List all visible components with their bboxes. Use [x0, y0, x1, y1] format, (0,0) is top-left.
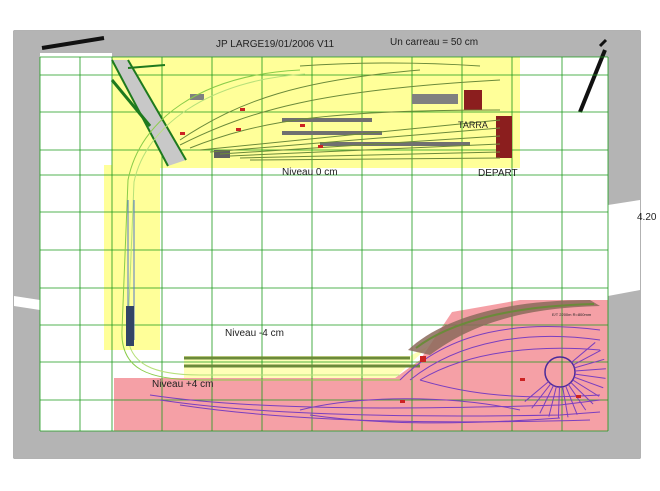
dimension-label: 4.20	[637, 212, 657, 223]
scale-note: Un carreau = 50 cm	[390, 37, 478, 48]
level-0-label: Niveau 0 cm	[282, 167, 338, 178]
level-minus4-label: Niveau -4 cm	[225, 328, 284, 339]
depart-label: DEPART	[478, 168, 518, 179]
track-plan: JP LARGE19/01/2006 V11 Un carreau = 50 c…	[13, 30, 657, 459]
building-mark: TARRA	[458, 120, 488, 130]
small-note: E/T 2200m R=800mm	[552, 312, 592, 317]
level-plus4-label: Niveau +4 cm	[152, 379, 213, 390]
plan-title: JP LARGE19/01/2006 V11	[216, 39, 334, 50]
wall-notch-right	[608, 200, 640, 296]
